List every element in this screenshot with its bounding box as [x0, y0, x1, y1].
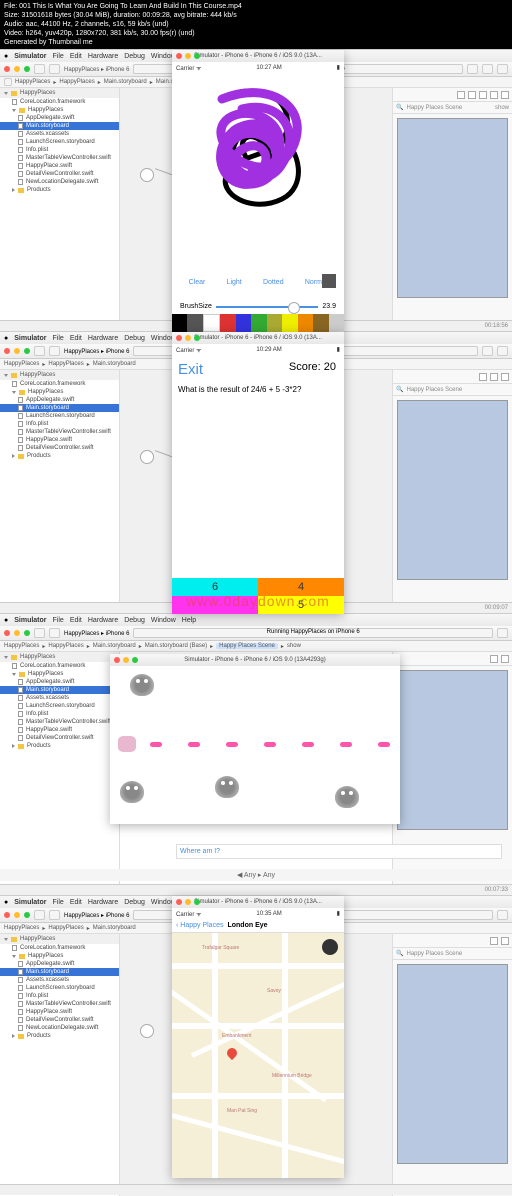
simulator-window-map: Simulator - iPhone 6 - iPhone 6 / iOS 9.… [172, 896, 344, 1178]
zoom-icon[interactable] [194, 53, 200, 59]
enemy-sprite [130, 674, 154, 696]
close-icon[interactable] [4, 66, 10, 72]
editor-btn2[interactable] [482, 64, 493, 74]
simulator-window-paint: Simulator - iPhone 6 - iPhone 6 / iOS 9.… [172, 50, 344, 332]
scene-node[interactable] [140, 168, 154, 182]
meta-size: Size: 31501618 bytes (30.04 MiB), durati… [4, 11, 508, 20]
video-metadata: File: 001 This Is What You Are Going To … [0, 0, 512, 49]
poi-label: Savoy [267, 988, 281, 994]
color-orange[interactable] [298, 314, 313, 332]
simulator-window-quiz: Simulator - iPhone 6 - iPhone 6 / iOS 9.… [172, 332, 344, 614]
watermark: www.0daydown.com [172, 593, 344, 609]
enemy-sprite [335, 786, 359, 808]
brush-slider[interactable] [216, 306, 318, 308]
back-btn[interactable] [4, 78, 12, 86]
sim-title: Simulator - iPhone 6 - iPhone 6 / iOS 9.… [194, 53, 322, 59]
enemy-sprite [215, 776, 239, 798]
close-icon[interactable] [176, 53, 182, 59]
meta-gen: Generated by Thumbnail me [4, 38, 508, 47]
screenshot-2: ●SimulatorFileEditHardwareDebugWindowHel… [0, 331, 512, 613]
eraser-icon[interactable] [329, 314, 344, 332]
color-blue[interactable] [236, 314, 251, 332]
color-brown[interactable] [313, 314, 328, 332]
panel-btn[interactable] [497, 64, 508, 74]
size-class-bar[interactable]: ◀ Any ▸ Any [0, 869, 512, 881]
meta-file: File: 001 This Is What You Are Going To … [4, 2, 508, 11]
minimize-icon[interactable] [14, 66, 20, 72]
quiz-app[interactable]: Exit Score: 20 What is the result of 24/… [172, 355, 344, 614]
exit-button[interactable]: Exit [178, 361, 203, 378]
scheme[interactable]: HappyPlaces ▸ iPhone 6 [64, 66, 129, 73]
score-label: Score: 20 [289, 361, 336, 373]
menu-debug[interactable]: Debug [124, 53, 145, 60]
where-am-i-field[interactable]: Where am I? [176, 844, 502, 859]
minimize-icon[interactable] [185, 53, 191, 59]
menu-hardware[interactable]: Hardware [88, 53, 118, 60]
scene-preview[interactable] [397, 118, 508, 298]
editor-btn[interactable] [467, 64, 478, 74]
map-pin-icon[interactable] [225, 1046, 239, 1060]
color-grey[interactable] [187, 314, 202, 332]
color-green[interactable] [251, 314, 266, 332]
color-black[interactable] [172, 314, 187, 332]
compass-icon[interactable] [322, 939, 338, 955]
nav-bar: ‹ Happy Places London Eye [172, 919, 344, 933]
color-red[interactable] [220, 314, 235, 332]
light-button[interactable]: Light [227, 279, 242, 286]
color-white[interactable] [203, 314, 220, 332]
clock: 10:27 AM [256, 65, 281, 71]
player-sprite[interactable] [118, 736, 136, 752]
color-olive[interactable] [267, 314, 282, 332]
app-name[interactable]: Simulator [14, 53, 46, 60]
run-button[interactable] [34, 64, 45, 74]
zoom-icon[interactable] [24, 66, 30, 72]
apple-icon[interactable]: ● [4, 53, 8, 60]
screenshot-3: ●SimulatorFileEditHardwareDebugWindowHel… [0, 613, 512, 895]
brush-value: 23.9 [322, 303, 336, 310]
drawing-canvas[interactable] [192, 79, 322, 239]
poi-label: Millennium Bridge [272, 1073, 312, 1079]
save-icon[interactable] [322, 274, 336, 288]
project-navigator[interactable]: HappyPlaces CoreLocation.framework Happy… [0, 88, 120, 332]
simulator-window-game: Simulator - iPhone 6 - iPhone 6 / iOS 9.… [110, 654, 400, 824]
brush-label: BrushSize [180, 303, 212, 310]
bullet-trail [150, 742, 390, 747]
stop-button[interactable] [49, 64, 60, 74]
menu-edit[interactable]: Edit [70, 53, 82, 60]
enemy-sprite [120, 781, 144, 803]
screenshot-4: ●SimulatorFileEditHardwareDebugWindowHel… [0, 895, 512, 1195]
meta-video: Video: h264, yuv420p, 1280x720, 381 kb/s… [4, 29, 508, 38]
paint-app[interactable]: Clear Light Dotted Normal BrushSize 23.9 [172, 73, 344, 332]
question-image [183, 404, 333, 514]
screenshot-1: ● Simulator File Edit Hardware Debug Win… [0, 49, 512, 331]
meta-audio: Audio: aac, 44100 Hz, 2 channels, s16, 5… [4, 20, 508, 29]
map-view[interactable]: Trafalgar Square Savoy Embankment Millen… [172, 933, 344, 1178]
back-button[interactable]: ‹ Happy Places [176, 922, 223, 929]
menu-file[interactable]: File [53, 53, 64, 60]
poi-label: Man Pat Sing [227, 1108, 257, 1114]
question-text: What is the result of 24/6 + 5 -3*2? [178, 385, 338, 394]
color-yellow[interactable] [282, 314, 297, 332]
game-scene[interactable] [110, 666, 400, 824]
nav-title: London Eye [227, 922, 267, 929]
clear-button[interactable]: Clear [189, 279, 206, 286]
timestamp: 00:18:56 [485, 323, 508, 329]
inspector: 🔍Happy Places Sceneshow [392, 88, 512, 332]
poi-label: Embankment [222, 1033, 251, 1039]
poi-label: Trafalgar Square [202, 945, 239, 951]
dotted-button[interactable]: Dotted [263, 279, 284, 286]
color-palette[interactable] [172, 314, 344, 332]
selected-file: Main.storyboard [0, 122, 119, 130]
battery-icon: ▮ [337, 64, 340, 71]
search-icon: 🔍 [396, 104, 403, 111]
insp-ico[interactable] [457, 91, 465, 99]
